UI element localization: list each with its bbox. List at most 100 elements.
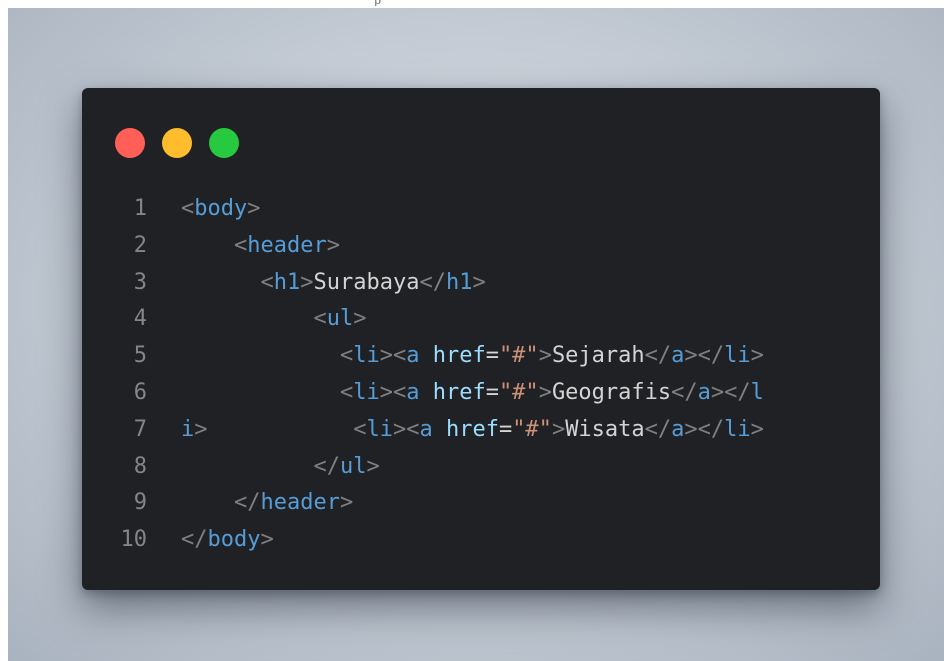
code-token: > (260, 527, 274, 553)
code-token: a (419, 416, 433, 442)
code-token: "#" (498, 343, 539, 369)
code-token: h1 (273, 269, 301, 295)
code-token: < (353, 416, 367, 442)
code-line: 10 </body> (82, 522, 880, 559)
code-token: ></ (684, 343, 725, 369)
code-text: </body> (181, 522, 274, 559)
code-token: a (406, 343, 420, 369)
code-token: Geografis (551, 379, 672, 405)
code-token: < (313, 306, 327, 332)
code-block: 1 <body> 2 <header> 3 <h1>Surabaya</h1> 4 <u… (82, 191, 880, 559)
line-number: 10 (120, 527, 148, 553)
code-token: </ (181, 527, 208, 553)
code-token: "#" (512, 416, 552, 442)
code-token: </ (419, 269, 446, 295)
code-token: ></ (684, 416, 725, 442)
code-token: > (750, 343, 764, 369)
code-token: li (353, 379, 380, 405)
minimize-dot-icon[interactable] (162, 128, 192, 158)
code-line: 3 <h1>Surabaya</h1> (82, 265, 880, 302)
code-token: a (671, 416, 685, 442)
code-token: header (260, 490, 340, 516)
code-line: 2 <header> (82, 228, 880, 265)
code-text: <ul> (181, 301, 366, 338)
code-token: </ (644, 416, 672, 442)
code-token: l (750, 379, 764, 405)
code-token: > (750, 416, 764, 442)
code-text: <li><a href="#">Geografis</a></l (181, 375, 764, 412)
line-number: 6 (133, 379, 147, 405)
code-token: Surabaya (313, 269, 420, 295)
code-line: 7 i> <li><a href="#">Wisata</a></li> (82, 412, 880, 449)
code-token: Wisata (565, 416, 645, 442)
code-token: href (432, 379, 486, 405)
code-token: i (181, 416, 195, 442)
code-token: > (538, 343, 552, 369)
code-token: > (247, 196, 261, 221)
code-token: > (551, 416, 566, 442)
code-token: > (194, 416, 208, 442)
code-token: body (207, 527, 261, 553)
code-token: > (353, 306, 367, 332)
code-token: </ (671, 379, 698, 405)
code-token: = (485, 343, 499, 369)
maximize-dot-icon[interactable] (209, 128, 239, 158)
code-line: 9 </header> (82, 485, 880, 522)
code-text: <h1>Surabaya</h1> (181, 265, 486, 302)
code-token: href (445, 416, 499, 442)
code-token: "#" (498, 379, 539, 405)
code-token: header (247, 232, 327, 258)
close-dot-icon[interactable] (115, 128, 145, 158)
code-token: > (366, 453, 380, 479)
code-token: li (724, 343, 751, 369)
code-token: li (353, 343, 380, 369)
code-token: li (724, 416, 751, 442)
code-text: </header> (181, 485, 353, 522)
code-token: ul (339, 453, 367, 479)
code-token: = (485, 379, 499, 405)
clipped-top-text-fragment: p (374, 0, 388, 6)
line-number: 9 (133, 490, 147, 516)
code-token: </ (233, 490, 261, 516)
code-text: <li><a href="#">Sejarah</a></li> (181, 338, 764, 375)
code-token: >< (379, 343, 407, 369)
line-number: 7 (133, 416, 147, 442)
code-token: a (406, 379, 420, 405)
code-line: 6 <li><a href="#">Geografis</a></l (82, 375, 880, 412)
code-token: ></ (710, 379, 751, 405)
code-token: > (472, 269, 486, 295)
code-token: > (300, 269, 314, 295)
code-text: </ul> (181, 449, 380, 486)
line-number: 3 (133, 269, 147, 295)
code-token: = (498, 416, 513, 442)
code-line: 5 <li><a href="#">Sejarah</a></li> (82, 338, 880, 375)
code-token: > (538, 379, 552, 405)
code-token: a (697, 379, 711, 405)
code-text: <header> (181, 228, 340, 265)
code-token: li (366, 416, 393, 442)
code-token: > (326, 232, 340, 258)
window-controls (115, 128, 239, 158)
code-token: >< (392, 416, 420, 442)
code-token: > (339, 490, 354, 516)
code-text: i> <li><a href="#">Wisata</a></li> (181, 412, 764, 449)
code-editor-window: 1 <body> 2 <header> 3 <h1>Surabaya</h1> 4 <u… (82, 88, 880, 590)
code-line: 8 </ul> (82, 449, 880, 486)
code-line: 1 <body> (82, 191, 880, 228)
code-token: < (339, 343, 354, 369)
code-token: ul (326, 306, 354, 332)
code-token: </ (313, 453, 340, 479)
line-number: 5 (133, 343, 147, 369)
code-token: Sejarah (551, 343, 645, 369)
